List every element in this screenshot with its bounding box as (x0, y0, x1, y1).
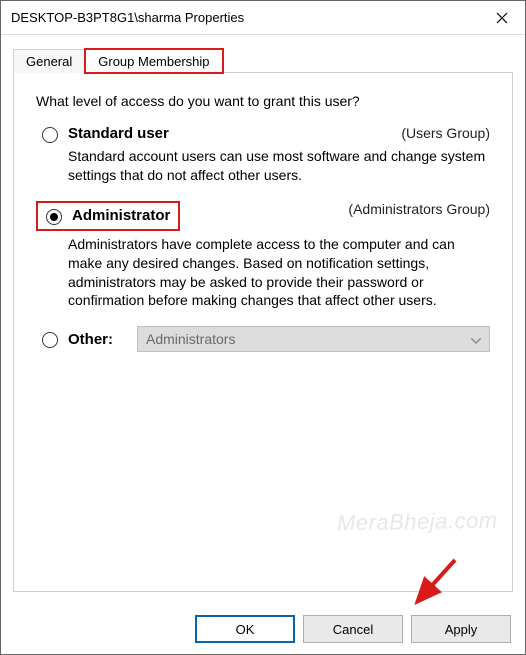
ok-button[interactable]: OK (195, 615, 295, 643)
properties-window: DESKTOP-B3PT8G1\sharma Properties Genera… (0, 0, 526, 655)
option-other-row: Other: Administrators (36, 326, 490, 352)
button-bar: OK Cancel Apply (1, 604, 525, 654)
radio-other[interactable] (42, 332, 58, 348)
tab-group-membership[interactable]: Group Membership (85, 49, 222, 73)
chevron-down-icon (471, 331, 481, 347)
option-standard-label: Standard user (68, 125, 169, 142)
button-label: Cancel (333, 622, 373, 637)
option-admin-group: (Administrators Group) (348, 201, 490, 217)
combo-value: Administrators (146, 331, 235, 347)
option-admin-row: Administrator (Administrators Group) (36, 201, 490, 231)
option-admin-desc: Administrators have complete access to t… (68, 235, 490, 311)
close-icon (496, 12, 508, 24)
radio-standard[interactable] (42, 127, 58, 143)
access-question: What level of access do you want to gran… (36, 93, 490, 109)
other-group-combo[interactable]: Administrators (137, 326, 490, 352)
tab-general[interactable]: General (13, 49, 85, 73)
option-admin-label: Administrator (72, 207, 170, 224)
option-standard-row: Standard user (Users Group) (36, 125, 490, 143)
button-label: OK (236, 622, 255, 637)
radio-administrator[interactable] (46, 209, 62, 225)
option-standard-group: (Users Group) (401, 125, 490, 141)
apply-button[interactable]: Apply (411, 615, 511, 643)
cancel-button[interactable]: Cancel (303, 615, 403, 643)
option-other-label: Other: (68, 331, 113, 348)
button-label: Apply (445, 622, 478, 637)
admin-highlight-box: Administrator (36, 201, 180, 231)
close-button[interactable] (479, 1, 525, 35)
tab-label: Group Membership (98, 54, 209, 69)
window-title: DESKTOP-B3PT8G1\sharma Properties (11, 10, 479, 25)
option-standard-desc: Standard account users can use most soft… (68, 147, 490, 185)
titlebar: DESKTOP-B3PT8G1\sharma Properties (1, 1, 525, 35)
watermark-text: MeraBheja.com (337, 508, 498, 537)
tab-page-group-membership: What level of access do you want to gran… (13, 73, 513, 592)
tab-label: General (26, 54, 72, 69)
client-area: General Group Membership What level of a… (1, 35, 525, 604)
tab-strip: General Group Membership (13, 45, 513, 73)
